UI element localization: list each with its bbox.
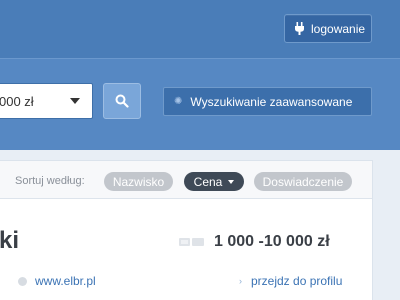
website-link[interactable]: www.elbr.pl <box>35 274 96 288</box>
profile-link[interactable]: przejdz do profilu <box>251 274 342 288</box>
advanced-search-button[interactable]: ✺ Wyszukiwanie zaawansowane <box>163 87 372 116</box>
sort-option-doswiadczenie[interactable]: Doswiadczenie <box>254 172 352 191</box>
top-bar: logowanie <box>0 0 400 58</box>
sort-bar: Sortuj według: Nazwisko Cena Doswiadczen… <box>0 161 372 199</box>
results-panel: Sortuj według: Nazwisko Cena Doswiadczen… <box>0 160 373 300</box>
result-card: ki 1 000 -10 000 zł www.elbr.pl › przejd… <box>0 199 372 300</box>
result-name[interactable]: ki <box>0 227 19 255</box>
price-select[interactable]: 000 zł <box>0 83 93 119</box>
gear-icon: ✺ <box>174 96 183 107</box>
login-label: logowanie <box>311 21 366 36</box>
sort-option-label: Cena <box>193 174 223 189</box>
money-icon <box>179 238 204 246</box>
chevron-right-icon: › <box>239 276 242 286</box>
sort-label: Sortuj według: <box>15 175 85 187</box>
globe-icon <box>18 277 27 286</box>
chevron-down-icon <box>70 98 80 104</box>
advanced-search-label: Wyszukiwanie zaawansowane <box>190 94 353 109</box>
login-button[interactable]: logowanie <box>284 14 372 43</box>
search-icon <box>115 94 129 108</box>
search-button[interactable] <box>103 83 141 119</box>
price-select-value: 000 zł <box>0 93 34 109</box>
chevron-down-icon <box>228 179 235 184</box>
search-bar: 000 zł ✺ Wyszukiwanie zaawansowane <box>0 58 400 150</box>
sort-option-cena[interactable]: Cena <box>184 172 244 191</box>
sort-option-label: Doswiadczenie <box>262 174 344 189</box>
plug-icon <box>295 22 304 35</box>
page: logowanie 000 zł ✺ Wyszukiwanie zaawanso… <box>0 0 400 300</box>
sort-option-label: Nazwisko <box>112 174 165 189</box>
result-price: 1 000 -10 000 zł <box>214 233 330 250</box>
content-area: Sortuj według: Nazwisko Cena Doswiadczen… <box>0 150 400 300</box>
sort-option-nazwisko[interactable]: Nazwisko <box>104 172 173 191</box>
